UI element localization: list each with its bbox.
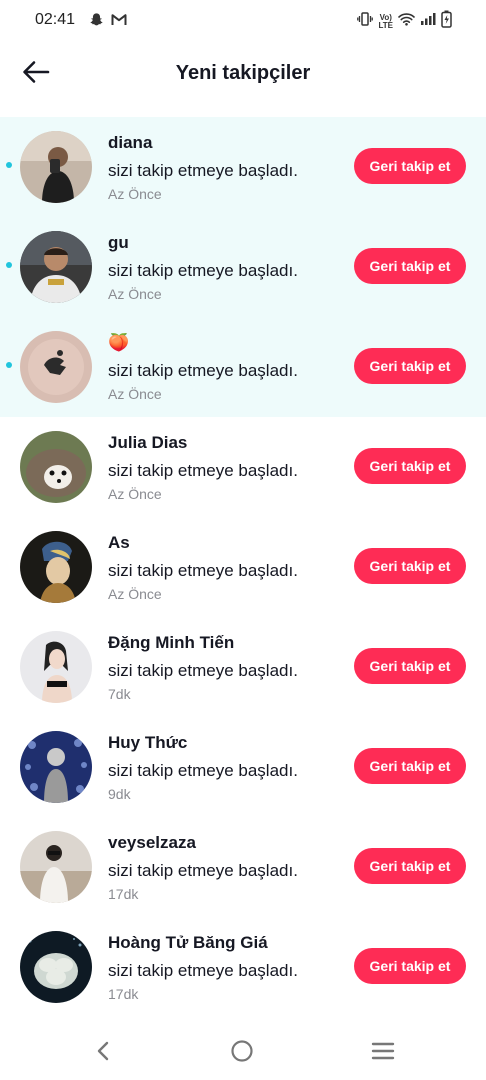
nav-home-button[interactable] bbox=[222, 1038, 262, 1068]
follow-time: Az Önce bbox=[108, 286, 162, 302]
follow-time: 9dk bbox=[108, 786, 131, 802]
follower-name[interactable]: gu bbox=[108, 233, 129, 253]
follow-action-text: sizi takip etmeye başladı. bbox=[108, 561, 298, 580]
follow-back-button[interactable]: Geri takip et bbox=[354, 448, 466, 484]
follow-action-text: sizi takip etmeye başladı. bbox=[108, 361, 298, 380]
battery-charging-icon bbox=[441, 10, 452, 33]
follow-action-text: sizi takip etmeye başladı. bbox=[108, 161, 298, 180]
nav-back-button[interactable] bbox=[83, 1038, 123, 1068]
follower-row[interactable]: veyselzaza sizi takip etmeye başladı. 17… bbox=[0, 817, 486, 917]
follower-name[interactable]: 🍑 bbox=[108, 333, 129, 353]
volte-lte-icon: Vo) LTE bbox=[378, 13, 393, 30]
follow-time: Az Önce bbox=[108, 486, 162, 502]
follower-row[interactable]: diana sizi takip etmeye başladı. Az Önce… bbox=[0, 117, 486, 217]
status-time: 02:41 bbox=[35, 11, 76, 28]
snapchat-icon bbox=[89, 12, 104, 32]
follower-row[interactable]: Julia Dias sizi takip etmeye başladı. Az… bbox=[0, 417, 486, 517]
follower-row[interactable]: As sizi takip etmeye başladı. Az Önce Ge… bbox=[0, 517, 486, 617]
follow-back-button[interactable]: Geri takip et bbox=[354, 348, 466, 384]
follow-time: 7dk bbox=[108, 686, 131, 702]
status-right-icons: Vo) LTE bbox=[357, 10, 452, 33]
avatar[interactable] bbox=[20, 331, 92, 403]
nav-menu-button[interactable] bbox=[363, 1038, 403, 1068]
top-bar: Yeni takipçiler bbox=[0, 40, 486, 110]
avatar[interactable] bbox=[20, 431, 92, 503]
follow-action-text: sizi takip etmeye başladı. bbox=[108, 261, 298, 280]
wifi-icon bbox=[398, 12, 415, 31]
follow-action-text: sizi takip etmeye başladı. bbox=[108, 761, 298, 780]
back-triangle-icon bbox=[95, 1040, 111, 1067]
follower-row[interactable]: Đặng Minh Tiến sizi takip etmeye başladı… bbox=[0, 617, 486, 717]
follow-back-button[interactable]: Geri takip et bbox=[354, 148, 466, 184]
vibrate-icon bbox=[357, 11, 374, 32]
follower-name[interactable]: Đặng Minh Tiến bbox=[108, 633, 234, 653]
new-followers-list: diana sizi takip etmeye başladı. Az Önce… bbox=[0, 117, 486, 1017]
status-left-icons bbox=[89, 12, 127, 32]
follower-name[interactable]: diana bbox=[108, 133, 152, 153]
follow-time: Az Önce bbox=[108, 386, 162, 402]
follow-time: 17dk bbox=[108, 886, 139, 902]
follow-time: Az Önce bbox=[108, 186, 162, 202]
follow-back-button[interactable]: Geri takip et bbox=[354, 848, 466, 884]
avatar[interactable] bbox=[20, 831, 92, 903]
follow-action-text: sizi takip etmeye başladı. bbox=[108, 861, 298, 880]
follow-time: Az Önce bbox=[108, 586, 162, 602]
unread-dot bbox=[6, 262, 12, 268]
follower-name[interactable]: Julia Dias bbox=[108, 433, 187, 453]
menu-lines-icon bbox=[371, 1041, 395, 1066]
status-bar: 02:41 Vo) LTE bbox=[0, 0, 486, 40]
unread-dot bbox=[6, 162, 12, 168]
page-title: Yeni takipçiler bbox=[175, 62, 311, 84]
follower-row[interactable]: Hoàng Tử Băng Giá sizi takip etmeye başl… bbox=[0, 917, 486, 1017]
follower-name[interactable]: Huy Thức bbox=[108, 733, 187, 753]
avatar[interactable] bbox=[20, 631, 92, 703]
follower-row[interactable]: gu sizi takip etmeye başladı. Az Önce Ge… bbox=[0, 217, 486, 317]
follower-name[interactable]: Hoàng Tử Băng Giá bbox=[108, 933, 268, 953]
avatar[interactable] bbox=[20, 931, 92, 1003]
avatar[interactable] bbox=[20, 531, 92, 603]
system-nav-bar bbox=[0, 1020, 486, 1080]
avatar[interactable] bbox=[20, 731, 92, 803]
follow-action-text: sizi takip etmeye başladı. bbox=[108, 461, 298, 480]
follow-back-button[interactable]: Geri takip et bbox=[354, 548, 466, 584]
follow-back-button[interactable]: Geri takip et bbox=[354, 248, 466, 284]
follower-row[interactable]: 🍑 sizi takip etmeye başladı. Az Önce Ger… bbox=[0, 317, 486, 417]
follower-row[interactable]: Huy Thức sizi takip etmeye başladı. 9dk … bbox=[0, 717, 486, 817]
avatar[interactable] bbox=[20, 231, 92, 303]
follower-name[interactable]: As bbox=[108, 533, 130, 553]
follow-action-text: sizi takip etmeye başladı. bbox=[108, 661, 298, 680]
follow-back-button[interactable]: Geri takip et bbox=[354, 748, 466, 784]
lte-label: LTE bbox=[378, 20, 393, 30]
follow-back-button[interactable]: Geri takip et bbox=[354, 648, 466, 684]
gmail-icon bbox=[111, 13, 127, 31]
follow-back-button[interactable]: Geri takip et bbox=[354, 948, 466, 984]
follow-action-text: sizi takip etmeye başladı. bbox=[108, 961, 298, 980]
follower-name[interactable]: veyselzaza bbox=[108, 833, 196, 853]
home-circle-icon bbox=[230, 1039, 254, 1068]
signal-icon bbox=[420, 12, 436, 31]
unread-dot bbox=[6, 362, 12, 368]
follow-time: 17dk bbox=[108, 986, 139, 1002]
avatar[interactable] bbox=[20, 131, 92, 203]
